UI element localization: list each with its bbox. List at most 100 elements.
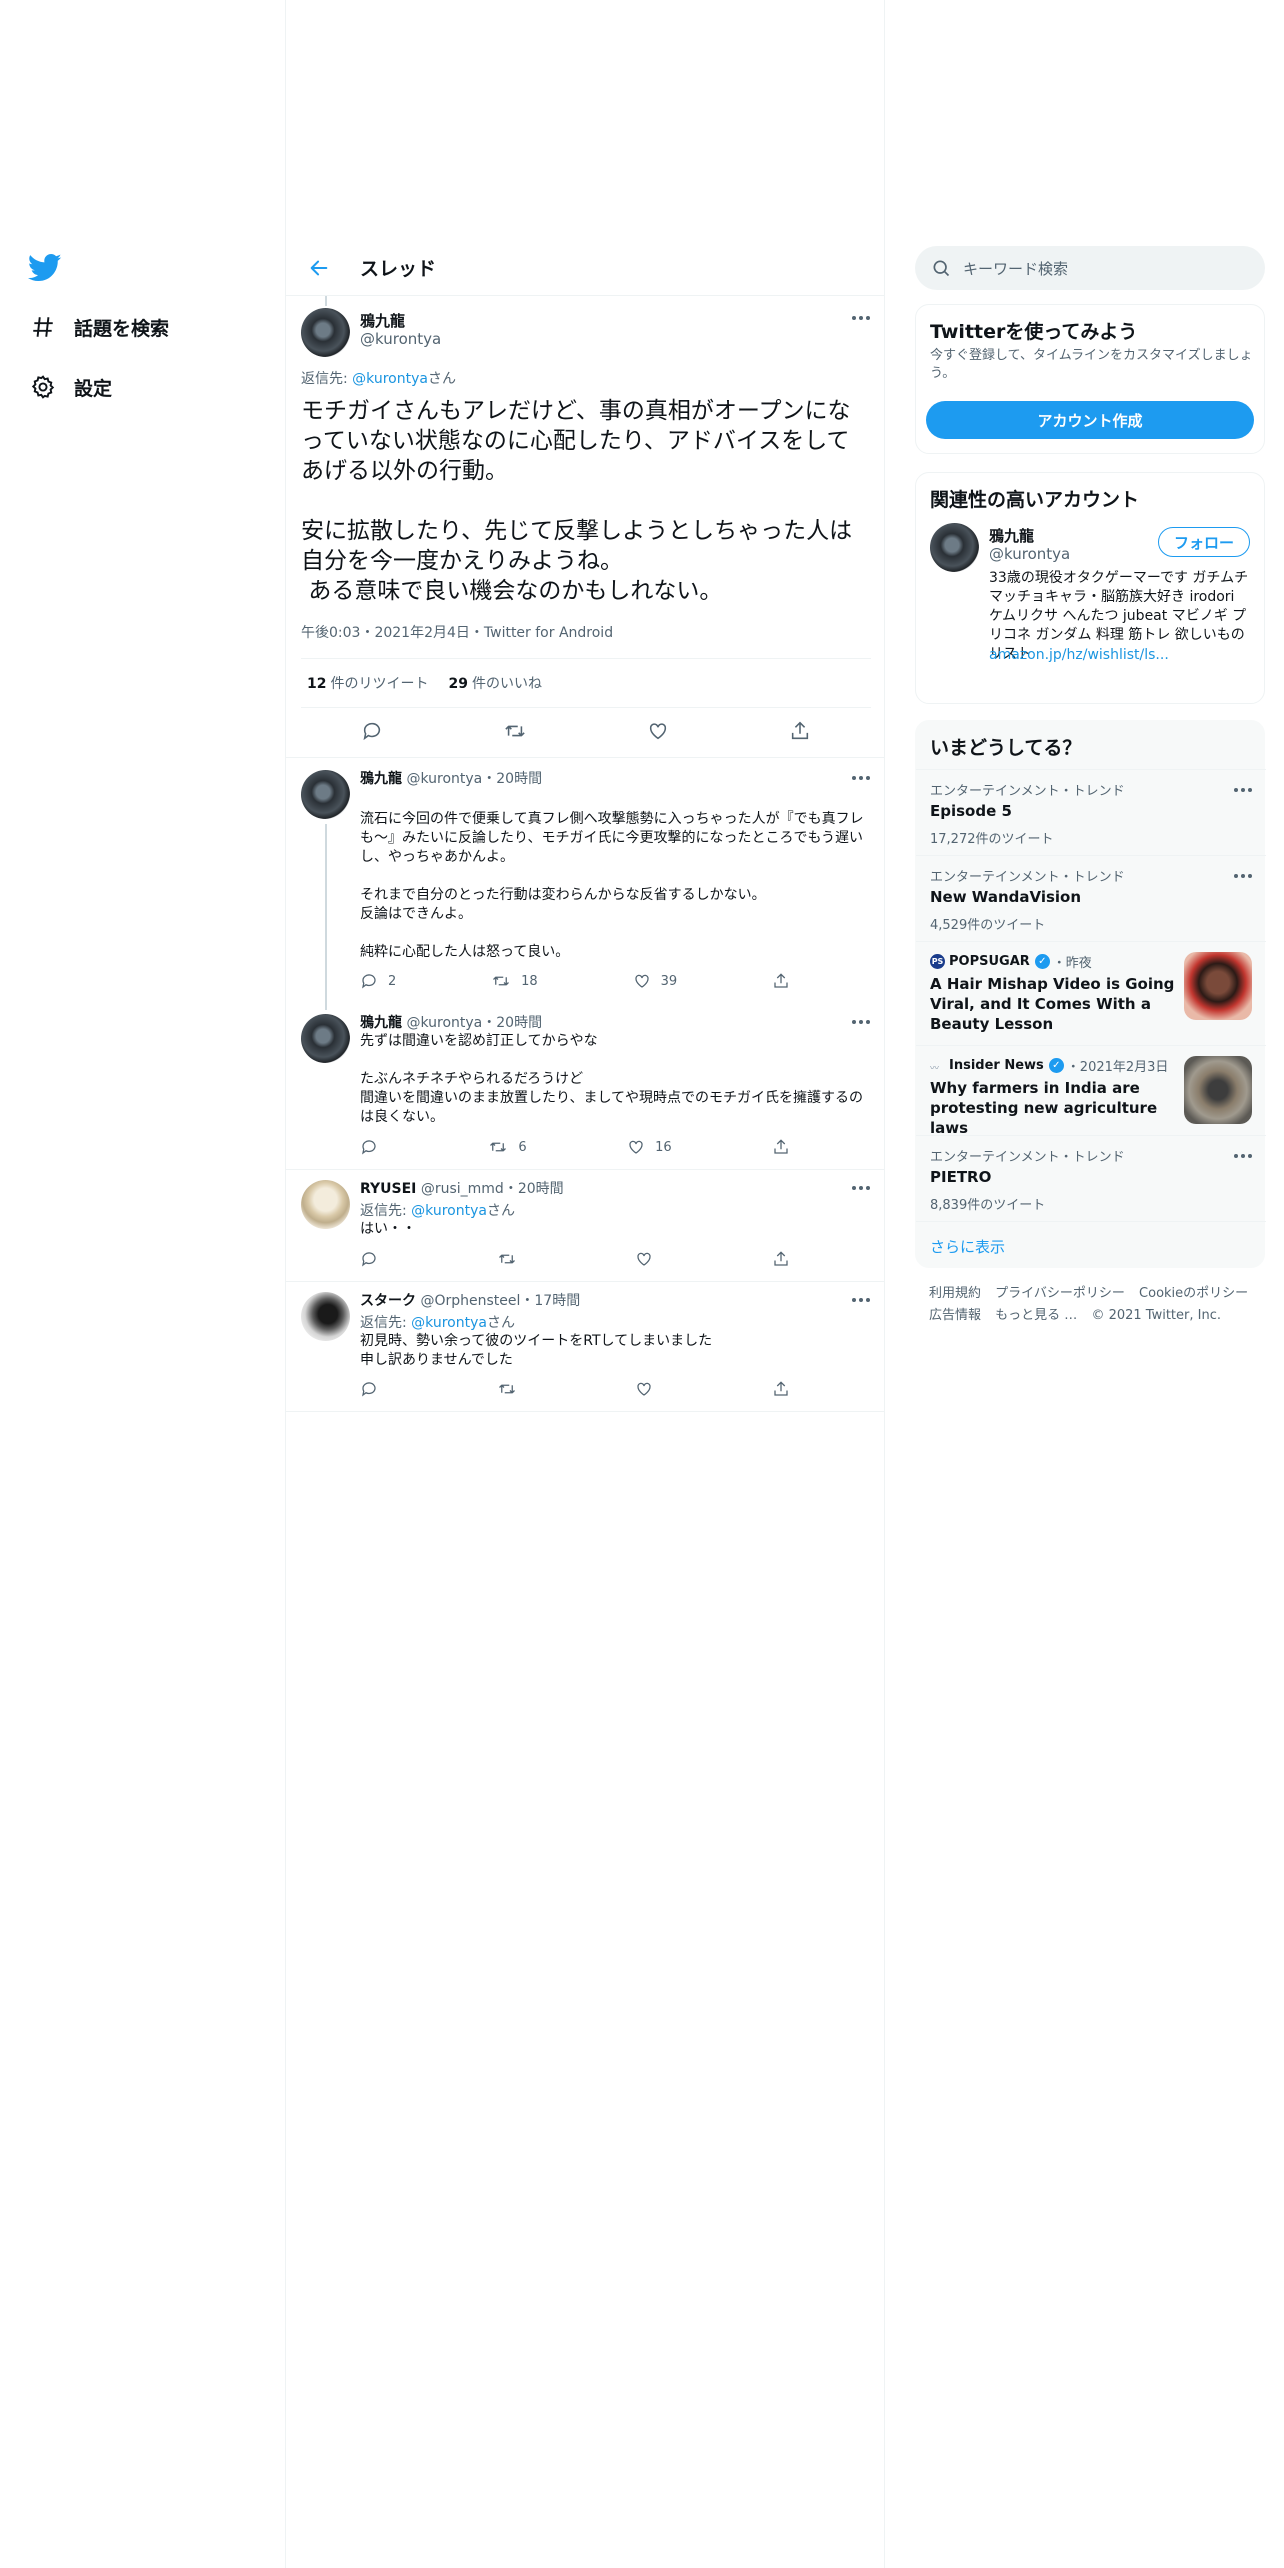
related-name[interactable]: 鴉九龍 — [989, 525, 1034, 546]
more-options-icon[interactable] — [852, 776, 870, 780]
tweet-header: RYUSEI @rusi_mmd・20時間 — [360, 1178, 564, 1198]
thread-connector — [325, 824, 327, 1010]
avatar[interactable] — [301, 1014, 350, 1063]
news-item[interactable]: PS POPSUGAR ✓ ・昨夜 A Hair Mishap Video is Go… — [916, 941, 1266, 1045]
avatar[interactable] — [301, 1180, 350, 1229]
twitter-logo-icon[interactable] — [27, 253, 62, 283]
nav-explore[interactable]: 話題を検索 — [28, 307, 169, 347]
tweet-actions: 2 18 39 — [360, 972, 790, 990]
reply-prefix: 返信先: — [301, 371, 353, 387]
trend-item[interactable]: エンターテインメント・トレンド New WandaVision 4,529件のツ… — [916, 855, 1266, 941]
retweet-button[interactable] — [497, 1250, 517, 1268]
share-button[interactable] — [772, 1138, 790, 1156]
footer-link[interactable]: もっと見る … — [995, 1308, 1077, 1323]
share-icon — [774, 1381, 788, 1396]
reply-tweet[interactable]: RYUSEI @rusi_mmd・20時間 返信先: @kurontyaさん は… — [286, 1170, 884, 1282]
retweet-button[interactable]: 18 — [491, 972, 538, 990]
share-icon[interactable] — [789, 720, 811, 746]
trend-count: 8,839件のツイート — [930, 1198, 1046, 1213]
trend-context: エンターテインメント・トレンド — [930, 1150, 1125, 1165]
related-handle[interactable]: @kurontya — [989, 545, 1070, 563]
news-time: ・2021年2月3日 — [1066, 1060, 1169, 1075]
verified-badge-icon: ✓ — [1034, 954, 1050, 969]
author-handle[interactable]: @rusi_mmd — [421, 1181, 504, 1197]
reply-icon — [362, 1382, 376, 1397]
retweet-icon — [490, 1142, 507, 1152]
author-name[interactable]: 鴉九龍 — [360, 310, 405, 331]
share-button[interactable] — [772, 1380, 790, 1398]
reply-to-line: 返信先: @kurontyaさん — [301, 368, 456, 388]
back-arrow-icon[interactable] — [304, 253, 334, 283]
more-options-icon[interactable] — [852, 1298, 870, 1302]
reply-tweet[interactable]: スターク @Orphensteel・17時間 返信先: @kurontyaさん … — [286, 1282, 884, 1412]
reply-to-link[interactable]: @kurontya — [411, 1203, 487, 1219]
follow-button[interactable]: フォロー — [1158, 527, 1250, 557]
like-button[interactable]: 39 — [633, 972, 677, 990]
reply-button[interactable]: 2 — [360, 972, 396, 990]
create-account-button[interactable]: アカウント作成 — [926, 401, 1254, 439]
tweet-text: モチガイさんもアレだけど、事の真相がオープンになっていない状態なのに心配したり、… — [301, 398, 853, 604]
author-handle[interactable]: @Orphensteel — [420, 1293, 520, 1309]
author-handle[interactable]: @kurontya — [360, 330, 441, 348]
like-button[interactable] — [635, 1380, 653, 1398]
tweet-time[interactable]: 20時間 — [496, 771, 542, 787]
search-box[interactable]: キーワード検索 — [915, 246, 1265, 290]
reply-tweet[interactable]: 鴉九龍 @kurontya・20時間 流石に今回の件で便乗して真フレ側へ攻撃態勢… — [286, 758, 884, 1010]
author-handle[interactable]: @kurontya — [406, 771, 482, 787]
retweet-icon[interactable] — [503, 720, 527, 746]
like-button[interactable]: 16 — [627, 1138, 672, 1156]
search-input[interactable]: キーワード検索 — [963, 258, 1068, 279]
related-link[interactable]: amazon.jp/hz/wishlist/ls... — [989, 647, 1169, 663]
like-button[interactable] — [635, 1250, 653, 1268]
reply-icon[interactable] — [361, 720, 383, 746]
avatar[interactable] — [930, 523, 979, 572]
avatar[interactable] — [301, 1292, 350, 1341]
author-name[interactable]: 鴉九龍 — [360, 771, 402, 787]
trend-item[interactable]: エンターテインメント・トレンド Episode 5 17,272件のツイート — [916, 769, 1266, 855]
reply-to-link[interactable]: @kurontya — [411, 1315, 487, 1331]
tweet-time[interactable]: 20時間 — [518, 1181, 564, 1197]
news-thumbnail — [1184, 1056, 1252, 1124]
like-icon[interactable] — [647, 720, 669, 746]
show-more-link[interactable]: さらに表示 — [930, 1236, 1005, 1257]
footer-link[interactable]: 利用規約 — [929, 1286, 981, 1301]
trend-item[interactable]: エンターテインメント・トレンド PIETRO 8,839件のツイート — [916, 1135, 1266, 1221]
tweet-time[interactable]: 17時間 — [534, 1293, 580, 1309]
tweet-time[interactable]: 20時間 — [496, 1015, 542, 1031]
more-options-icon[interactable] — [852, 316, 870, 320]
search-icon — [933, 260, 950, 277]
author-handle[interactable]: @kurontya — [406, 1015, 482, 1031]
tweet-timestamp[interactable]: 午後0:03・2021年2月4日・Twitter for Android — [301, 622, 613, 642]
footer-link[interactable]: プライバシーポリシー — [995, 1286, 1125, 1301]
share-button[interactable] — [772, 972, 790, 990]
reply-to-link[interactable]: @kurontya — [352, 371, 428, 387]
reply-button[interactable] — [360, 1250, 378, 1268]
avatar[interactable] — [301, 770, 350, 819]
tweet-text: はい・・ — [360, 1221, 416, 1237]
more-options-icon[interactable] — [1234, 874, 1252, 878]
related-accounts-card: 関連性の高いアカウント 鴉九龍 @kurontya フォロー 33歳の現役オタク… — [915, 472, 1265, 704]
tweet-text: 流石に今回の件で便乗して真フレ側へ攻撃態勢に入っちゃった人が『でも真フレも～』み… — [360, 811, 864, 960]
nav-settings[interactable]: 設定 — [28, 367, 112, 407]
news-item[interactable]: 〰 Insider News ✓ ・2021年2月3日 Why farmers in … — [916, 1045, 1266, 1137]
reply-tweet[interactable]: 鴉九龍 @kurontya・20時間 先ずは間違いを認め訂正してからやな たぶん… — [286, 1004, 884, 1170]
more-options-icon[interactable] — [1234, 788, 1252, 792]
more-options-icon[interactable] — [852, 1186, 870, 1190]
tweet-actions — [360, 1250, 790, 1268]
copyright: © 2021 Twitter, Inc. — [1091, 1308, 1221, 1323]
author-name[interactable]: RYUSEI — [360, 1181, 416, 1197]
more-options-icon[interactable] — [852, 1020, 870, 1024]
reply-button[interactable] — [360, 1138, 388, 1156]
reply-button[interactable] — [360, 1380, 378, 1398]
share-button[interactable] — [772, 1250, 790, 1268]
author-name[interactable]: 鴉九龍 — [360, 1015, 402, 1031]
footer-link[interactable]: 広告情報 — [929, 1308, 981, 1323]
retweet-count[interactable]: 12 件のリツイート — [307, 673, 428, 693]
like-count[interactable]: 29 件のいいね — [448, 673, 541, 693]
footer-link[interactable]: Cookieのポリシー — [1139, 1286, 1248, 1301]
avatar[interactable] — [301, 308, 350, 357]
author-name[interactable]: スターク — [360, 1293, 416, 1309]
more-options-icon[interactable] — [1234, 1154, 1252, 1158]
retweet-button[interactable]: 6 — [488, 1138, 527, 1156]
retweet-button[interactable] — [497, 1380, 517, 1398]
